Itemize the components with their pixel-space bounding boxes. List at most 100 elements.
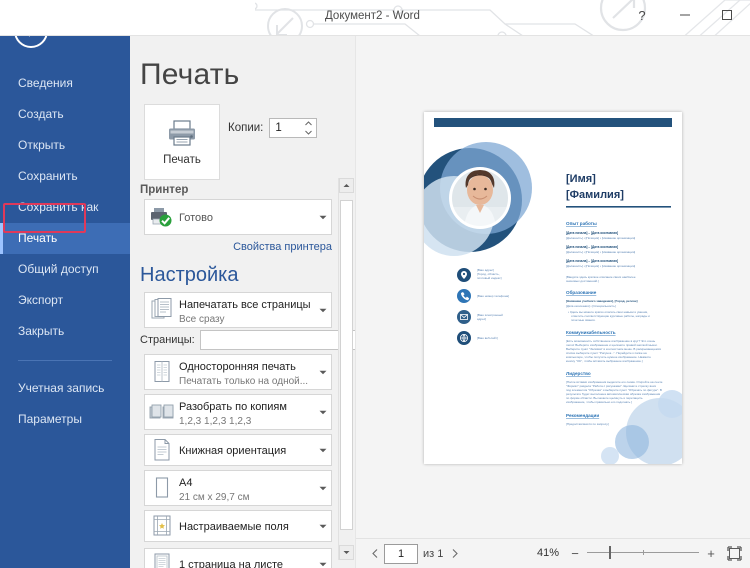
- maximize-button[interactable]: [705, 0, 749, 30]
- printer-icon: [169, 119, 195, 146]
- pages-all-icon: [145, 298, 179, 322]
- option-subtitle: 1,2,3 1,2,3 1,2,3: [179, 416, 252, 427]
- pages-label: Страницы:: [140, 334, 195, 346]
- option-duplex[interactable]: Односторонняя печать Печатать только на …: [144, 354, 332, 390]
- chevron-down-icon[interactable]: [315, 524, 331, 529]
- settings-scrollbar[interactable]: [338, 178, 354, 560]
- chevron-down-icon[interactable]: [315, 448, 331, 453]
- scroll-up-button[interactable]: [339, 178, 354, 193]
- option-orientation[interactable]: Книжная ориентация: [144, 434, 332, 466]
- pages-per-sheet-icon: [145, 552, 179, 568]
- copies-value: 1: [275, 122, 282, 134]
- chevron-down-icon[interactable]: [315, 370, 331, 375]
- sidebar-item-label: Сохранить как: [18, 200, 99, 214]
- sidebar-item-save-as[interactable]: Сохранить как: [0, 192, 130, 223]
- svg-text:[Дата начала] – [Дата окончани: [Дата начала] – [Дата окончания]: [566, 231, 618, 235]
- sidebar-item-save[interactable]: Сохранить: [0, 161, 130, 192]
- option-margins[interactable]: Настраиваемые поля: [144, 510, 332, 542]
- sidebar-item-label: Закрыть: [18, 324, 65, 338]
- sidebar-item-label: Создать: [18, 107, 64, 121]
- copies-spinner-arrows[interactable]: [301, 119, 315, 137]
- option-text: Книжная ориентация: [179, 441, 315, 459]
- chevron-down-icon[interactable]: [315, 562, 331, 567]
- page-count-label: из 1: [423, 547, 444, 560]
- zoom-in-button[interactable]: +: [703, 543, 719, 563]
- svg-text:значимых достижений.]: значимых достижений.]: [566, 279, 599, 283]
- option-subtitle: Печатать только на одной...: [179, 376, 309, 387]
- sidebar-item-account[interactable]: Учетная запись: [0, 373, 130, 404]
- svg-text:Опыт работы: Опыт работы: [566, 220, 597, 226]
- scrollbar-thumb[interactable]: [340, 200, 353, 530]
- svg-text:[Название учебного заведения],: [Название учебного заведения], [Город, р…: [566, 299, 637, 303]
- page-title: Печать: [140, 58, 240, 91]
- sidebar-item-label: Печать: [18, 231, 58, 245]
- chevron-down-icon[interactable]: [315, 215, 331, 220]
- svg-text:[Должность] • [Позиция] • [Наз: [Должность] • [Позиция] • [Название орга…: [566, 264, 635, 268]
- minimize-button[interactable]: [663, 0, 707, 30]
- print-settings-panel: Печать Печать Копии: 1 Принтер Готово Св…: [130, 36, 355, 568]
- copies-label: Копии:: [228, 122, 264, 134]
- svg-text:изображение, чтобы правильно е: изображение, чтобы правильно его подогна…: [566, 400, 632, 404]
- printer-properties-link[interactable]: Свойства принтера: [233, 241, 332, 253]
- sidebar-item-label: Параметры: [18, 412, 82, 426]
- settings-heading: Настройка: [140, 264, 239, 286]
- print-button[interactable]: Печать: [144, 104, 220, 180]
- pages-input[interactable]: [199, 330, 355, 350]
- option-pages-per-sheet[interactable]: 1 страница на листе: [144, 548, 332, 568]
- printer-section-label: Принтер: [140, 184, 189, 196]
- option-paper-size[interactable]: A4 21 см x 29,7 см: [144, 470, 332, 506]
- help-button[interactable]: ?: [620, 0, 664, 30]
- option-text: Разобрать по копиям 1,2,3 1,2,3 1,2,3: [179, 397, 315, 427]
- printer-status-icon: [145, 206, 179, 228]
- sidebar-item-print[interactable]: Печать: [0, 223, 130, 254]
- chevron-down-icon[interactable]: [315, 486, 331, 491]
- sidebar-item-label: Учетная запись: [18, 381, 105, 395]
- copies-stepper[interactable]: 1: [269, 118, 318, 138]
- option-title: Книжная ориентация: [179, 445, 287, 457]
- fit-page-icon[interactable]: [725, 544, 743, 562]
- caret-down-icon: [343, 551, 350, 554]
- zoom-slider-handle[interactable]: [609, 546, 611, 559]
- option-title: Односторонняя печать: [179, 361, 296, 373]
- sidebar-divider: [18, 360, 112, 361]
- svg-text:[Предоставляются по запросу.]: [Предоставляются по запросу.]: [566, 422, 609, 426]
- next-page-button[interactable]: [446, 544, 464, 564]
- print-preview-pane: [Имя] [Фамилия] Опыт работы [Дата начала…: [355, 36, 750, 568]
- chevron-down-icon[interactable]: [315, 410, 331, 415]
- svg-text:[Имя]: [Имя]: [566, 173, 596, 185]
- previous-page-button[interactable]: [366, 544, 384, 564]
- sidebar-item-label: Сохранить: [18, 169, 78, 183]
- option-title: 1 страница на листе: [179, 559, 283, 568]
- option-print-range[interactable]: Напечатать все страницы Все сразу: [144, 292, 332, 328]
- sidebar-nav-list: Сведения Создать Открыть Сохранить Сохра…: [0, 68, 130, 435]
- printer-select[interactable]: Готово: [144, 199, 332, 235]
- sidebar-item-open[interactable]: Открыть: [0, 130, 130, 161]
- option-collate[interactable]: Разобрать по копиям 1,2,3 1,2,3 1,2,3: [144, 394, 332, 430]
- sidebar-item-info[interactable]: Сведения: [0, 68, 130, 99]
- margins-icon: [145, 514, 179, 538]
- svg-text:[Фамилия]: [Фамилия]: [566, 189, 624, 201]
- svg-text:Лидерство: Лидерство: [566, 371, 591, 376]
- option-subtitle: Все сразу: [179, 314, 225, 325]
- zoom-percent[interactable]: 41%: [537, 547, 559, 559]
- scroll-down-button[interactable]: [339, 545, 354, 560]
- sidebar-item-share[interactable]: Общий доступ: [0, 254, 130, 285]
- chevron-down-icon[interactable]: [315, 308, 331, 313]
- zoom-out-button[interactable]: −: [567, 543, 583, 563]
- sidebar-item-close[interactable]: Закрыть: [0, 316, 130, 347]
- zoom-slider[interactable]: [587, 543, 699, 563]
- sidebar-item-label: Сведения: [18, 76, 73, 90]
- option-title: Разобрать по копиям: [179, 401, 287, 413]
- current-page-input[interactable]: 1: [384, 543, 418, 564]
- svg-text:Образование: Образование: [566, 289, 597, 295]
- option-subtitle: 21 см x 29,7 см: [179, 492, 250, 503]
- copies-row: Копии: 1: [228, 118, 318, 138]
- sidebar-item-new[interactable]: Создать: [0, 99, 130, 130]
- svg-text:адрес]: адрес]: [477, 317, 486, 321]
- svg-text:Рекомендации: Рекомендации: [566, 413, 599, 418]
- svg-text:[Дата начала] – [Дата окончани: [Дата начала] – [Дата окончания]: [566, 259, 618, 263]
- svg-text:почетные звания.: почетные звания.: [571, 318, 596, 322]
- sidebar-item-options[interactable]: Параметры: [0, 404, 130, 435]
- document-preview-page[interactable]: [Имя] [Фамилия] Опыт работы [Дата начала…: [424, 112, 682, 464]
- sidebar-item-export[interactable]: Экспорт: [0, 285, 130, 316]
